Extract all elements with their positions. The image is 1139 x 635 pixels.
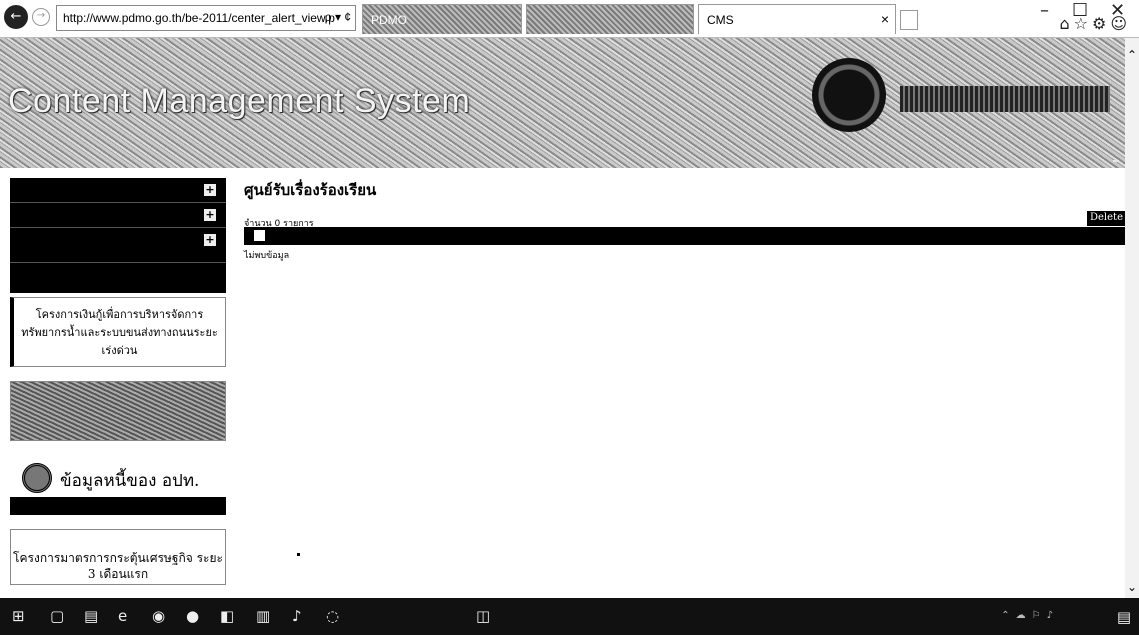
close-tab-icon[interactable]: × <box>881 11 889 27</box>
sidebar: + + + โครงการเงินกู้เพื่อการบริหารจัดการ… <box>10 178 226 585</box>
seal-icon <box>22 463 52 493</box>
new-tab-button[interactable] <box>900 10 918 30</box>
banner-title: Content Management System <box>8 82 471 120</box>
select-all-checkbox[interactable] <box>254 230 265 241</box>
sidebar-menu: + + + <box>10 178 226 293</box>
star-icon[interactable]: ☆ <box>1074 14 1092 33</box>
start-icon[interactable]: ⊞ <box>12 607 25 625</box>
promo-divider <box>10 497 226 515</box>
sidebar-item-survey[interactable]: + <box>10 228 226 263</box>
browser-toolbar: ← → http://www.pdmo.go.th/be-2011/center… <box>0 0 1139 38</box>
app-icon[interactable]: ◉ <box>152 607 165 625</box>
agency-emblem-icon <box>812 58 886 132</box>
promo-central-price-link[interactable] <box>10 381 226 441</box>
store-icon[interactable]: ▤ <box>84 607 98 625</box>
address-bar[interactable]: http://www.pdmo.go.th/be-2011/center_ale… <box>56 5 356 31</box>
stray-dot <box>297 553 300 556</box>
empty-message: ไม่พบข้อมูล <box>244 251 290 261</box>
promo-local-debt-link[interactable]: ข้อมูลหนี้ของ อปท. <box>10 455 226 515</box>
minimize-icon[interactable]: – <box>1040 0 1049 21</box>
vertical-scrollbar[interactable]: ⌃ ⌄ <box>1125 38 1139 598</box>
site-banner: Content Management System <box>0 38 1125 168</box>
taskbar: ⊞ ▢ ▤ e ◉ ● ◧ ▥ ♪ ◌ ◫ ⌃☁⚐♪ ▤ <box>0 598 1139 635</box>
edge-icon[interactable]: e <box>118 607 127 625</box>
promo-label: โครงการเงินกู้เพื่อการบริหารจัดการทรัพยา… <box>21 308 218 357</box>
address-controls[interactable]: ρ ▾ ¢ <box>325 10 351 24</box>
sidebar-item-news[interactable]: + <box>10 178 226 203</box>
app-icon-3[interactable]: ◫ <box>476 607 490 625</box>
promo-label: โครงการมาตรการกระตุ้นเศรษฐกิจ ระยะ 3 เดื… <box>13 551 223 581</box>
excel-icon[interactable]: ▥ <box>256 607 270 625</box>
smiley-icon[interactable]: ☺ <box>1110 14 1131 33</box>
home-icon[interactable]: ⌂ <box>1059 14 1073 33</box>
agency-logo <box>900 86 1110 112</box>
forward-arrow-icon[interactable]: → <box>32 8 50 26</box>
expand-plus-icon[interactable]: + <box>204 184 216 196</box>
tab-cms[interactable]: CMS × <box>698 4 896 34</box>
expand-plus-icon[interactable]: + <box>204 234 216 246</box>
tab-label: PDMO <box>371 13 407 27</box>
sidebar-item-complaints[interactable] <box>10 263 226 293</box>
expand-plus-icon[interactable]: + <box>204 209 216 221</box>
task-view-icon[interactable]: ▢ <box>50 607 64 625</box>
scroll-down-icon[interactable]: ⌄ <box>1127 580 1137 594</box>
scroll-up-icon[interactable]: ⌃ <box>1127 48 1137 62</box>
chat-icon[interactable]: ● <box>186 607 199 625</box>
app-icon-2[interactable]: ◌ <box>326 607 339 625</box>
notification-icon[interactable]: ▤ <box>1117 608 1131 626</box>
media-icon[interactable]: ♪ <box>292 607 302 625</box>
user-links[interactable] <box>1113 160 1119 162</box>
delete-button[interactable]: Delete <box>1087 211 1125 226</box>
system-tray[interactable]: ⌃☁⚐♪ <box>1001 610 1059 621</box>
promo-water-project-link[interactable]: โครงการเงินกู้เพื่อการบริหารจัดการทรัพยา… <box>10 297 226 367</box>
promo-label: ข้อมูลหนี้ของ อปท. <box>60 471 200 491</box>
back-arrow-icon[interactable]: ← <box>4 5 28 29</box>
main-content: ศูนย์รับเรื่องร้องเรียน จำนวน 0 รายการ D… <box>244 178 1125 261</box>
tab-pdmo[interactable]: PDMO <box>362 4 522 34</box>
tab-second[interactable] <box>526 4 694 34</box>
browser-toolbar-icons: ⌂☆⚙☺ <box>1059 14 1131 33</box>
outlook-icon[interactable]: ◧ <box>220 607 234 625</box>
tab-label: CMS <box>707 13 734 27</box>
settings-icon[interactable]: ⚙ <box>1092 14 1110 33</box>
address-url: http://www.pdmo.go.th/be-2011/center_ale… <box>63 11 335 25</box>
table-header <box>244 227 1125 245</box>
promo-stimulus-link[interactable]: โครงการมาตรการกระตุ้นเศรษฐกิจ ระยะ 3 เดื… <box>10 529 226 585</box>
sidebar-item-public-relations[interactable]: + <box>10 203 226 228</box>
page-title: ศูนย์รับเรื่องร้องเรียน <box>244 181 377 199</box>
